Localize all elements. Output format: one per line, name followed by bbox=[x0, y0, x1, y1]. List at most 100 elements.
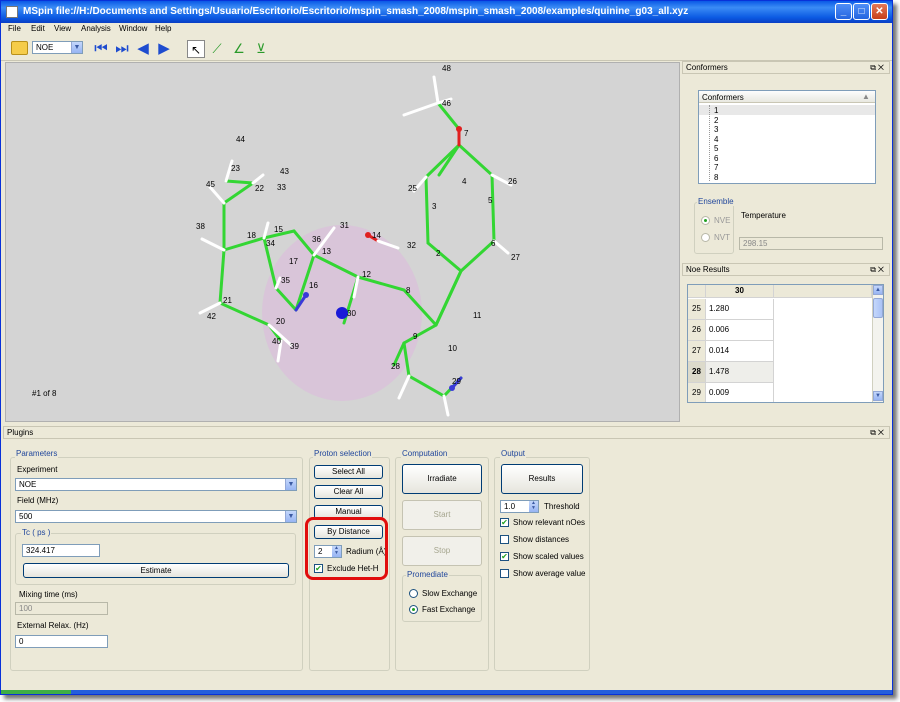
minimize-button[interactable]: _ bbox=[835, 3, 852, 20]
next-conformer-icon[interactable]: ▶ bbox=[155, 40, 173, 58]
field-select[interactable]: 500 ▼ bbox=[15, 510, 297, 523]
scroll-up-icon[interactable]: ▲ bbox=[873, 285, 883, 295]
nvt-radio[interactable] bbox=[701, 233, 710, 242]
atom-label: 15 bbox=[274, 225, 283, 234]
scroll-down-icon[interactable]: ▼ bbox=[873, 391, 883, 401]
parameters-title: Parameters bbox=[15, 449, 59, 458]
conformer-item[interactable]: 3 bbox=[714, 125, 718, 134]
close-button[interactable]: ✕ bbox=[871, 3, 888, 20]
row-header[interactable]: 25 bbox=[688, 299, 706, 320]
menu-view[interactable]: View bbox=[54, 24, 71, 33]
clear-all-button[interactable]: Clear All bbox=[314, 485, 383, 499]
pointer-tool-icon[interactable]: ↖ bbox=[187, 40, 205, 58]
menu-analysis[interactable]: Analysis bbox=[81, 24, 111, 33]
dihedral-tool-icon[interactable]: ⊻ bbox=[252, 40, 270, 58]
select-all-button[interactable]: Select All bbox=[314, 465, 383, 479]
previous-conformer-icon[interactable]: ◀ bbox=[134, 40, 152, 58]
angle-tool-icon[interactable]: ∠ bbox=[230, 40, 248, 58]
first-conformer-icon[interactable]: ⏮ bbox=[92, 40, 110, 58]
show-relevant-label: Show relevant nOes bbox=[513, 518, 586, 527]
menu-help[interactable]: Help bbox=[155, 24, 171, 33]
noe-results-table[interactable]: 30 25 1.280 26 0.006 27 0.014 28 1.478 2… bbox=[687, 284, 884, 403]
plugins-dock-title[interactable]: Plugins ⧉✕ bbox=[3, 426, 890, 439]
mode-select[interactable]: NOE ▼ bbox=[32, 41, 83, 54]
last-conformer-icon[interactable]: ⏭ bbox=[113, 40, 131, 58]
slow-exchange-radio[interactable] bbox=[409, 589, 418, 598]
title-bar[interactable]: MSpin file://H:/Documents and Settings/U… bbox=[1, 1, 892, 23]
conformer-item[interactable]: 6 bbox=[714, 154, 718, 163]
conformer-item[interactable]: 4 bbox=[714, 135, 718, 144]
molecule-viewer[interactable]: 48 46 7 4 26 25 3 5 6 27 2 14 32 31 36 1… bbox=[5, 62, 680, 422]
dock-float-close-icons[interactable]: ⧉✕ bbox=[870, 62, 886, 73]
column-header-30[interactable]: 30 bbox=[706, 285, 774, 298]
molecule-canvas[interactable]: 48 46 7 4 26 25 3 5 6 27 2 14 32 31 36 1… bbox=[6, 63, 680, 422]
bond-tool-icon[interactable]: ⟋ bbox=[208, 40, 226, 58]
conformer-item[interactable]: 1 bbox=[714, 106, 718, 115]
column-header-empty bbox=[774, 285, 872, 298]
experiment-select[interactable]: NOE ▼ bbox=[15, 478, 297, 491]
tc-title: Tc ( ps ) bbox=[21, 528, 52, 537]
experiment-label: Experiment bbox=[17, 465, 58, 474]
nve-radio[interactable] bbox=[701, 216, 710, 225]
conformers-dock-title[interactable]: Conformers ⧉✕ bbox=[682, 61, 890, 74]
conformer-list-header[interactable]: Conformers ▲ bbox=[699, 91, 875, 103]
fast-exchange-radio[interactable] bbox=[409, 605, 418, 614]
show-average-checkbox[interactable] bbox=[500, 569, 509, 578]
show-distances-checkbox[interactable] bbox=[500, 535, 509, 544]
table-cell[interactable]: 0.006 bbox=[706, 320, 774, 341]
atom-label: 16 bbox=[309, 281, 318, 290]
temperature-field[interactable]: 298.15 bbox=[739, 237, 883, 250]
table-cell-selected[interactable]: 1.478 bbox=[706, 362, 774, 383]
row-header[interactable]: 26 bbox=[688, 320, 706, 341]
mixing-time-field[interactable]: 100 bbox=[15, 602, 108, 615]
dock-float-close-icons[interactable]: ⧉✕ bbox=[870, 427, 886, 438]
mixing-time-label: Mixing time (ms) bbox=[19, 590, 78, 599]
estimate-button[interactable]: Estimate bbox=[23, 563, 289, 578]
row-header-selected[interactable]: 28 bbox=[688, 362, 706, 383]
table-cell[interactable]: 0.014 bbox=[706, 341, 774, 362]
show-average-label: Show average value bbox=[513, 569, 586, 578]
table-scrollbar[interactable]: ▲ ▼ bbox=[872, 285, 883, 402]
noe-results-dock-label: Noe Results bbox=[686, 265, 730, 274]
atom-label: 10 bbox=[448, 344, 457, 353]
open-folder-icon[interactable] bbox=[11, 41, 28, 55]
table-cell[interactable]: 0.009 bbox=[706, 383, 774, 402]
conformer-item[interactable]: 2 bbox=[714, 116, 718, 125]
threshold-label: Threshold bbox=[544, 502, 580, 511]
noe-results-dock-title[interactable]: Noe Results ⧉✕ bbox=[682, 263, 890, 276]
tc-input[interactable]: 324.417 bbox=[22, 544, 100, 557]
atom-label: 18 bbox=[247, 231, 256, 240]
results-button[interactable]: Results bbox=[501, 464, 583, 494]
menu-edit[interactable]: Edit bbox=[31, 24, 45, 33]
start-button[interactable]: Start bbox=[402, 500, 482, 530]
stop-button[interactable]: Stop bbox=[402, 536, 482, 566]
irradiate-button[interactable]: Irradiate bbox=[402, 464, 482, 494]
menu-bar: File Edit View Analysis Window Help bbox=[1, 23, 892, 37]
table-cell[interactable]: 1.280 bbox=[706, 299, 774, 320]
atom-label: 26 bbox=[508, 177, 517, 186]
show-relevant-checkbox[interactable]: ✔ bbox=[500, 518, 509, 527]
show-scaled-checkbox[interactable]: ✔ bbox=[500, 552, 509, 561]
menu-window[interactable]: Window bbox=[119, 24, 147, 33]
oxygen-atom[interactable] bbox=[365, 232, 371, 238]
external-relax-input[interactable]: 0 bbox=[15, 635, 108, 648]
atom-label: 33 bbox=[277, 183, 286, 192]
nitrogen-atom[interactable] bbox=[303, 292, 309, 298]
scroll-thumb[interactable] bbox=[873, 298, 883, 318]
spin-arrows-icon[interactable]: ▲ ▼ bbox=[529, 501, 538, 512]
conformer-list[interactable]: Conformers ▲ 1 2 3 4 5 6 7 8 bbox=[698, 90, 876, 184]
atom-label: 25 bbox=[408, 184, 417, 193]
maximize-button[interactable]: □ bbox=[853, 3, 870, 20]
conformer-status: #1 of 8 bbox=[32, 389, 57, 398]
conformer-item[interactable]: 7 bbox=[714, 163, 718, 172]
oxygen-atom[interactable] bbox=[456, 126, 462, 132]
atom-label: 31 bbox=[340, 221, 349, 230]
conformer-item[interactable]: 5 bbox=[714, 144, 718, 153]
menu-file[interactable]: File bbox=[8, 24, 21, 33]
row-header[interactable]: 29 bbox=[688, 383, 706, 402]
dock-float-close-icons[interactable]: ⧉✕ bbox=[870, 264, 886, 275]
row-header[interactable]: 27 bbox=[688, 341, 706, 362]
threshold-spinbox[interactable]: 1.0 ▲ ▼ bbox=[500, 500, 539, 513]
conformer-item[interactable]: 8 bbox=[714, 173, 718, 182]
atom-label: 23 bbox=[231, 164, 240, 173]
